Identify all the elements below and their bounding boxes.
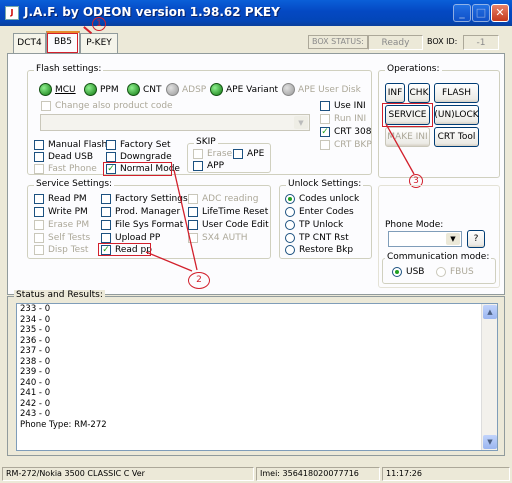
result-line: 242 - 0	[20, 398, 51, 409]
led-off-icon	[166, 83, 179, 96]
led-mcu[interactable]: MCU	[39, 83, 76, 96]
crt-bkp-checkbox[interactable]: CRT BKP	[320, 140, 372, 150]
skip-ape-checkbox[interactable]: APE	[233, 149, 264, 159]
box-status-label: BOX STATUS:	[308, 35, 368, 49]
annotation-2-pointers	[145, 169, 198, 272]
product-code-combo[interactable]: ▼	[40, 114, 310, 131]
change-product-code-checkbox[interactable]: Change also product code	[41, 101, 173, 111]
radio-codes-unlock[interactable]: Codes unlock	[285, 194, 359, 204]
chevron-down-icon: ▼	[446, 233, 460, 245]
operations-label: Operations:	[385, 64, 442, 74]
result-line: 233 - 0	[20, 304, 51, 314]
annotation-1: 1	[92, 17, 106, 31]
result-line: 237 - 0	[20, 346, 51, 356]
service-settings-label: Service Settings:	[34, 179, 115, 189]
downgrade-checkbox[interactable]: Downgrade	[106, 152, 172, 162]
tab-dct4[interactable]: DCT4	[13, 33, 46, 53]
crt308-checkbox[interactable]: ✓ CRT 308	[320, 127, 371, 137]
led-ppm[interactable]: PPM	[84, 83, 119, 96]
box-status-value: Ready	[368, 35, 423, 50]
highlight-bb5-tab	[47, 33, 78, 53]
tab-pkey[interactable]: P-KEY	[80, 33, 118, 53]
led-off-icon	[282, 83, 295, 96]
results-scrollbar[interactable]: ▲ ▼	[481, 304, 497, 450]
result-line: 241 - 0	[20, 388, 51, 398]
unlock-button[interactable]: (UN)LOCK	[434, 105, 479, 125]
flash-settings-label: Flash settings:	[34, 64, 104, 74]
communication-label: Communication mode:	[385, 252, 492, 262]
help-button[interactable]: ?	[467, 230, 485, 248]
box-id-value: -1	[463, 35, 499, 50]
results-textbox[interactable]: 233 - 0 234 - 0 235 - 0 236 - 0 237 - 0 238 -…	[16, 303, 498, 451]
status-model: RM-272/Nokia 3500 CLASSIC C Ver	[2, 467, 254, 481]
scroll-down-icon[interactable]: ▼	[483, 435, 497, 449]
led-on-icon	[127, 83, 140, 96]
led-ape-user-disk[interactable]: APE User Disk	[282, 83, 361, 96]
read-pm-checkbox[interactable]: Read PM	[34, 194, 87, 204]
led-adsp[interactable]: ADSP	[166, 83, 206, 96]
status-time: 11:17:26	[382, 467, 510, 481]
window-title: J.A.F. by ODEON version 1.98.62 PKEY	[24, 5, 280, 19]
led-on-icon	[39, 83, 52, 96]
write-pm-checkbox[interactable]: Write PM	[34, 207, 88, 217]
phone-mode-label: Phone Mode:	[385, 220, 444, 230]
maximize-button[interactable]: □	[472, 4, 490, 22]
run-ini-checkbox[interactable]: Run INI	[320, 114, 366, 124]
annotation-2: 2	[188, 272, 210, 289]
radio-usb[interactable]: USB	[392, 267, 424, 277]
factory-set-checkbox[interactable]: Factory Set	[106, 140, 171, 150]
radio-enter-codes[interactable]: Enter Codes	[285, 207, 354, 217]
radio-tp-unlock[interactable]: TP Unlock	[285, 220, 343, 230]
manual-flash-checkbox[interactable]: Manual Flash	[34, 140, 107, 150]
result-line: 243 - 0	[20, 409, 51, 419]
phone-mode-combo[interactable]: ▼	[388, 231, 462, 247]
status-results-label: Status and Results:	[14, 290, 105, 300]
app-icon: J	[5, 6, 19, 20]
result-line: 234 - 0	[20, 314, 51, 325]
chevron-down-icon: ▼	[294, 116, 308, 129]
result-line: 235 - 0	[20, 325, 51, 335]
result-line: 236 - 0	[20, 335, 51, 346]
result-line: 238 - 0	[20, 356, 51, 367]
led-ape-variant[interactable]: APE Variant	[210, 83, 278, 96]
erase-pm-checkbox[interactable]: Erase PM	[34, 220, 89, 230]
inf-button[interactable]: INF	[385, 83, 405, 103]
disp-test-checkbox[interactable]: Disp Test	[34, 245, 88, 255]
led-on-icon	[84, 83, 97, 96]
status-imei: Imei: 356418020077716	[256, 467, 380, 481]
radio-tp-cnt-rst[interactable]: TP CNT Rst	[285, 233, 349, 243]
skip-erase-checkbox[interactable]: Erase	[193, 149, 232, 159]
skip-label: SKIP	[194, 137, 218, 147]
self-tests-checkbox[interactable]: Self Tests	[34, 233, 90, 243]
dead-usb-checkbox[interactable]: Dead USB	[34, 152, 93, 162]
led-on-icon	[210, 83, 223, 96]
radio-fbus[interactable]: FBUS	[436, 267, 474, 277]
annotation-3-pointer	[385, 123, 415, 175]
close-button[interactable]: ✕	[491, 4, 509, 22]
unlock-settings-label: Unlock Settings:	[286, 179, 364, 189]
results-lines: 233 - 0 234 - 0 235 - 0 236 - 0 237 - 0 238 -…	[17, 304, 497, 430]
result-line: 239 - 0	[20, 367, 51, 377]
result-line: Phone Type: RM-272	[20, 419, 107, 430]
scroll-up-icon[interactable]: ▲	[483, 305, 497, 319]
box-id-label: BOX ID:	[427, 37, 458, 46]
minimize-button[interactable]: _	[453, 4, 471, 22]
radio-restore-bkp[interactable]: Restore Bkp	[285, 245, 353, 255]
fast-phone-checkbox[interactable]: Fast Phone	[34, 164, 97, 174]
crt-tool-button[interactable]: CRT Tool	[434, 127, 479, 147]
result-line: 240 - 0	[20, 377, 51, 388]
led-cnt[interactable]: CNT	[127, 83, 162, 96]
chk-button[interactable]: CHK	[408, 83, 430, 103]
use-ini-checkbox[interactable]: Use INI	[320, 101, 366, 111]
flash-button[interactable]: FLASH	[434, 83, 479, 103]
